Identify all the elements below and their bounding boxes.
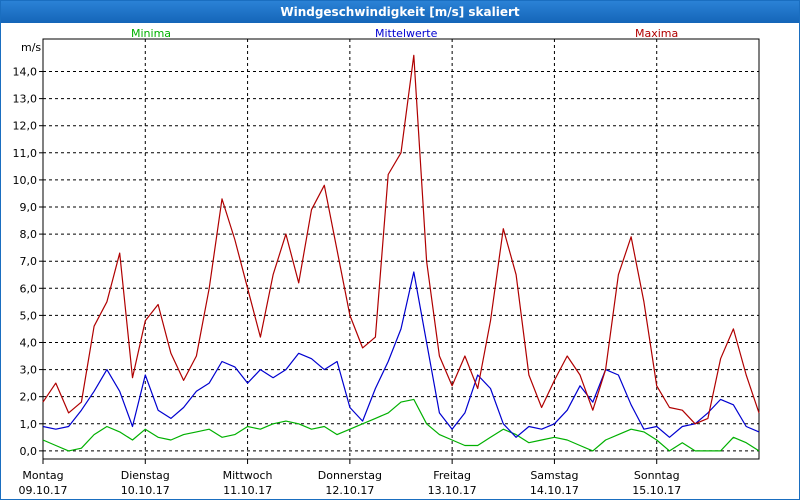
- x-day-label: Montag: [22, 469, 63, 482]
- y-tick-label: 4,0: [20, 336, 38, 349]
- line-chart: 0,0 1,0 2,0 3,0 4,0 5,0 6,0 7,0 8,0 9,0 10,0 11,0 12…: [13, 38, 760, 497]
- x-date-label: 11.10.17: [223, 484, 272, 497]
- x-date-label: 09.10.17: [19, 484, 68, 497]
- y-tick-label: 7,0: [20, 255, 38, 268]
- x-date-label: 10.10.17: [121, 484, 170, 497]
- x-day-label: Freitag: [433, 469, 471, 482]
- y-tick-label: 12,0: [13, 120, 38, 133]
- x-day-label: Sonntag: [634, 469, 680, 482]
- y-tick-label: 14,0: [13, 66, 38, 79]
- x-day-label: Dienstag: [121, 469, 170, 482]
- chart-window: Windgeschwindigkeit [m/s] skaliert Minim…: [0, 0, 800, 500]
- y-tick-label: 2,0: [20, 391, 38, 404]
- y-tick-label: 1,0: [20, 418, 38, 431]
- y-tick-label: 10,0: [13, 174, 38, 187]
- y-tick-label: 9,0: [20, 201, 38, 214]
- y-tick-label: 0,0: [20, 445, 38, 458]
- x-date-label: 13.10.17: [428, 484, 477, 497]
- x-date-label: 12.10.17: [325, 484, 374, 497]
- x-day-label: Donnerstag: [318, 469, 382, 482]
- y-tick-label: 5,0: [20, 309, 38, 322]
- x-date-label: 14.10.17: [530, 484, 579, 497]
- plot-frame: [42, 38, 760, 460]
- y-tick-label: 6,0: [20, 282, 38, 295]
- series-maxima-line: [42, 54, 760, 425]
- y-tick-label: 8,0: [20, 228, 38, 241]
- y-tick-label: 3,0: [20, 364, 38, 377]
- x-date-label: 15.10.17: [632, 484, 681, 497]
- y-tick-label: 13,0: [13, 93, 38, 106]
- x-day-label: Mittwoch: [223, 469, 273, 482]
- y-tick-label: 11,0: [13, 147, 38, 160]
- x-day-label: Samstag: [530, 469, 578, 482]
- series-minima-line: [42, 398, 760, 452]
